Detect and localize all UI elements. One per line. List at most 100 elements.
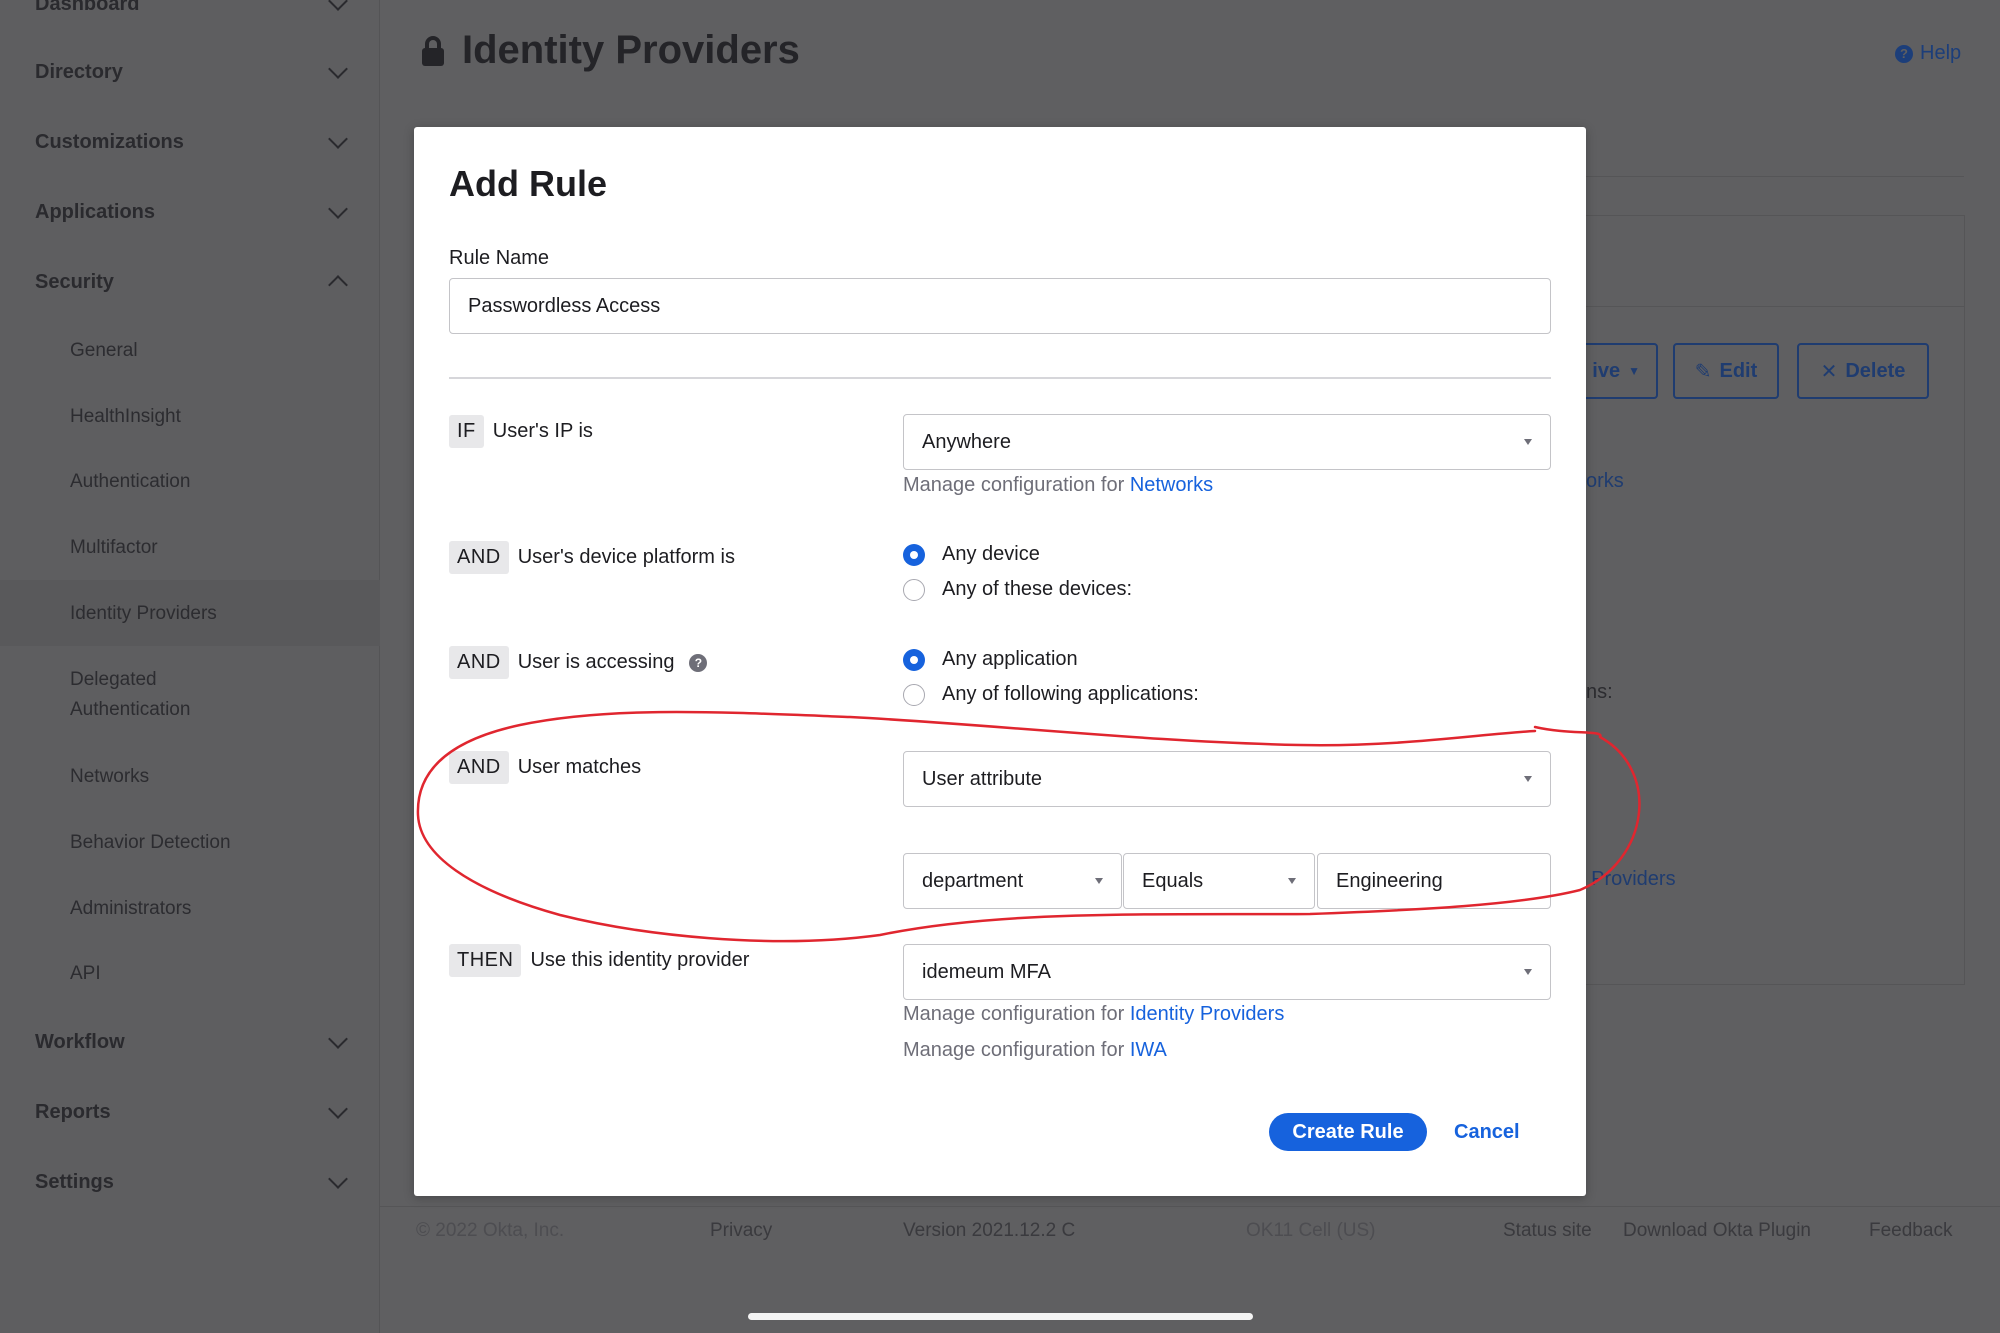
create-rule-button[interactable]: Create Rule bbox=[1269, 1113, 1427, 1151]
condition-device: AND User's device platform is bbox=[449, 541, 735, 574]
dialog-title: Add Rule bbox=[449, 163, 607, 204]
operator-select[interactable]: Equals bbox=[1123, 853, 1315, 909]
cancel-button[interactable]: Cancel bbox=[1454, 1113, 1520, 1151]
ip-select[interactable]: Anywhere bbox=[903, 414, 1551, 470]
sidebar-item-customizations[interactable]: Customizations bbox=[35, 122, 355, 162]
condition-ip: IF User's IP is bbox=[449, 415, 593, 448]
radio-any-application[interactable]: Any application bbox=[903, 648, 1078, 671]
sidebar-item-label: Security bbox=[35, 270, 114, 293]
attribute-value-input[interactable] bbox=[1317, 853, 1551, 909]
dialog-divider bbox=[449, 377, 1551, 379]
sidebar-subitem-administrators[interactable]: Administrators bbox=[70, 894, 360, 924]
sidebar-item-security[interactable]: Security bbox=[35, 262, 355, 302]
sidebar-item-label: Customizations bbox=[35, 130, 184, 153]
iwa-link[interactable]: IWA bbox=[1130, 1039, 1167, 1061]
sidebar-subitem-general[interactable]: General bbox=[70, 336, 360, 366]
footer-status-site-link[interactable]: Status site bbox=[1503, 1220, 1592, 1242]
user-match-value: User attribute bbox=[922, 767, 1043, 790]
sidebar-subitem-multifactor[interactable]: Multifactor bbox=[70, 533, 360, 563]
edit-label: Edit bbox=[1719, 359, 1758, 382]
chevron-down-icon bbox=[328, 59, 348, 79]
radio-label: Any of these devices: bbox=[942, 578, 1133, 600]
keyword-badge: AND bbox=[449, 541, 509, 574]
delete-button[interactable]: ✕ Delete bbox=[1797, 343, 1929, 399]
sidebar-subitem-behavior-detection[interactable]: Behavior Detection bbox=[70, 828, 360, 858]
chevron-down-icon bbox=[328, 199, 348, 219]
rule-name-label: Rule Name bbox=[449, 247, 550, 269]
caret-down-icon bbox=[1524, 969, 1532, 975]
sidebar-item-label: Applications bbox=[35, 200, 156, 223]
identity-providers-link[interactable]: Identity Providers bbox=[1130, 1003, 1285, 1025]
sidebar-subitem-networks[interactable]: Networks bbox=[70, 762, 360, 792]
help-label: Help bbox=[1920, 42, 1962, 64]
chevron-down-icon bbox=[328, 129, 348, 149]
networks-link[interactable]: Networks bbox=[1130, 474, 1213, 496]
sidebar-item-label: Dashboard bbox=[35, 0, 140, 15]
keyword-badge: THEN bbox=[449, 944, 522, 977]
help-icon[interactable]: ? bbox=[689, 653, 708, 672]
page-title-text: Identity Providers bbox=[462, 28, 800, 72]
chevron-up-icon bbox=[328, 275, 348, 295]
footer-download-plugin-link[interactable]: Download Okta Plugin bbox=[1623, 1220, 1811, 1242]
sidebar-subitem-identity-providers[interactable]: Identity Providers bbox=[70, 599, 360, 629]
identity-provider-select[interactable]: idemeum MFA bbox=[903, 944, 1551, 1000]
caret-down-icon bbox=[1095, 878, 1103, 884]
sidebar-subitem-authentication[interactable]: Authentication bbox=[70, 467, 360, 497]
sidebar: Dashboard Directory Customizations Appli… bbox=[0, 0, 380, 1333]
sidebar-item-directory[interactable]: Directory bbox=[35, 52, 355, 92]
lock-icon bbox=[422, 35, 444, 66]
sidebar-subitem-api[interactable]: API bbox=[70, 959, 360, 989]
ip-select-value: Anywhere bbox=[922, 430, 1011, 453]
radio-button[interactable] bbox=[903, 683, 925, 706]
pencil-icon: ✎ bbox=[1694, 360, 1712, 383]
radio-button-checked[interactable] bbox=[903, 543, 925, 566]
footer-feedback-link[interactable]: Feedback bbox=[1869, 1220, 1952, 1242]
condition-then: THEN Use this identity provider bbox=[449, 944, 749, 977]
condition-app: AND User is accessing ? bbox=[449, 646, 708, 679]
radio-any-of-these-devices[interactable]: Any of these devices: bbox=[903, 578, 1132, 601]
sidebar-item-settings[interactable]: Settings bbox=[35, 1162, 355, 1202]
radio-any-following-applications[interactable]: Any of following applications: bbox=[903, 683, 1199, 706]
user-match-select[interactable]: User attribute bbox=[903, 751, 1551, 807]
sidebar-item-label: Workflow bbox=[35, 1030, 125, 1053]
sidebar-subitem-delegated-authentication[interactable]: Delegated Authentication bbox=[70, 665, 270, 725]
footer-version: Version 2021.12.2 C bbox=[903, 1220, 1076, 1241]
home-indicator[interactable] bbox=[748, 1313, 1253, 1320]
tabs-divider bbox=[1586, 176, 1964, 177]
condition-user: AND User matches bbox=[449, 751, 641, 784]
help-link[interactable]: ? Help bbox=[1895, 42, 1961, 65]
caret-down-icon bbox=[1524, 776, 1532, 782]
sidebar-subitem-healthinsight[interactable]: HealthInsight bbox=[70, 402, 360, 432]
chevron-down-icon bbox=[328, 1169, 348, 1189]
manage-networks: Manage configuration for Networks bbox=[903, 474, 1213, 497]
delete-label: Delete bbox=[1845, 359, 1906, 382]
caret-down-icon bbox=[1288, 878, 1296, 884]
manage-iwa: Manage configuration for IWA bbox=[903, 1039, 1167, 1062]
footer-divider bbox=[380, 1206, 2000, 1207]
radio-label: Any application bbox=[942, 648, 1078, 670]
sidebar-item-dashboard[interactable]: Dashboard bbox=[35, 0, 355, 24]
condition-label: Use this identity provider bbox=[530, 949, 750, 971]
networks-link-partial[interactable]: orks bbox=[1586, 470, 1624, 493]
chevron-down-icon bbox=[328, 1099, 348, 1119]
sidebar-item-reports[interactable]: Reports bbox=[35, 1092, 355, 1132]
sidebar-item-applications[interactable]: Applications bbox=[35, 192, 355, 232]
sidebar-item-label: Settings bbox=[35, 1170, 114, 1193]
identity-provider-value: idemeum MFA bbox=[922, 960, 1051, 983]
footer-copyright: © 2022 Okta, Inc. bbox=[416, 1220, 565, 1241]
operator-value: Equals bbox=[1142, 869, 1204, 892]
footer-privacy-link[interactable]: Privacy bbox=[710, 1220, 772, 1242]
keyword-badge: AND bbox=[449, 751, 509, 784]
manage-identity-providers: Manage configuration for Identity Provid… bbox=[903, 1003, 1284, 1026]
radio-button-checked[interactable] bbox=[903, 648, 925, 671]
rule-name-input[interactable] bbox=[449, 278, 1551, 334]
status-dropdown-label: ive bbox=[1592, 359, 1621, 382]
radio-any-device[interactable]: Any device bbox=[903, 543, 1040, 566]
attribute-select[interactable]: department bbox=[903, 853, 1122, 909]
add-rule-dialog: Add Rule Rule Name IF User's IP is Anywh… bbox=[414, 127, 1586, 1196]
edit-button[interactable]: ✎ Edit bbox=[1673, 343, 1779, 399]
help-icon: ? bbox=[1895, 44, 1913, 63]
radio-button[interactable] bbox=[903, 578, 925, 601]
sidebar-item-workflow[interactable]: Workflow bbox=[35, 1022, 355, 1062]
attribute-value: department bbox=[922, 869, 1024, 892]
